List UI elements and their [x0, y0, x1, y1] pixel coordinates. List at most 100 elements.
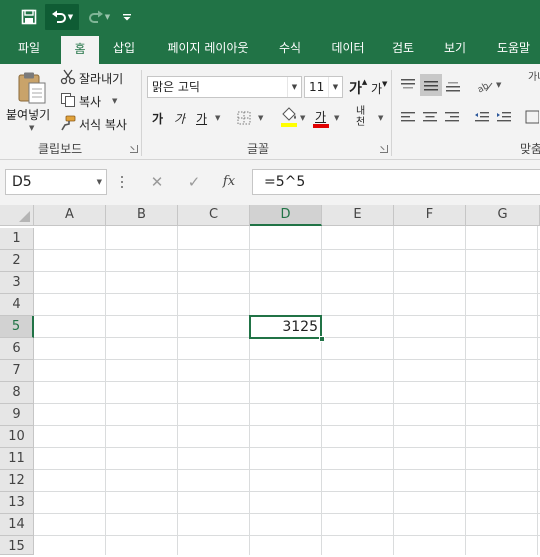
- align-bottom-button[interactable]: [444, 76, 462, 94]
- copy-button[interactable]: [60, 92, 76, 108]
- clipboard-dialog-launcher-icon[interactable]: [130, 145, 138, 153]
- paste-label[interactable]: 붙여넣기: [6, 106, 50, 123]
- ribbon: 붙여넣기 ▼ 잘라내기 복사 ▼ 서식 복사 클립보드 맑은 고딕 ▼ 11 ▼: [0, 64, 540, 160]
- fill-color-dropdown-icon[interactable]: ▼: [300, 114, 305, 122]
- chevron-down-icon[interactable]: ▼: [328, 77, 342, 97]
- gridline: [34, 447, 540, 448]
- decrease-indent-button[interactable]: [473, 108, 491, 126]
- row-header-8[interactable]: 8: [0, 382, 34, 404]
- font-name-select[interactable]: 맑은 고딕 ▼: [147, 76, 302, 98]
- underline-dropdown-icon[interactable]: ▼: [215, 114, 220, 122]
- phonetic-guide-button[interactable]: 내천: [356, 106, 374, 128]
- row-header-13[interactable]: 13: [0, 492, 34, 514]
- tab-review[interactable]: 검토: [383, 34, 423, 64]
- insert-function-button[interactable]: fx: [218, 169, 240, 195]
- orientation-dropdown-icon[interactable]: ▼: [496, 81, 501, 89]
- align-top-button[interactable]: [399, 76, 417, 94]
- copy-icon: [61, 93, 75, 107]
- active-cell-d5[interactable]: 3125: [249, 315, 322, 339]
- row-header-9[interactable]: 9: [0, 404, 34, 426]
- orientation-button[interactable]: ab: [474, 76, 494, 94]
- tab-page-layout[interactable]: 페이지 레이아웃: [155, 34, 261, 64]
- customize-qat-button[interactable]: [119, 4, 135, 30]
- cancel-icon[interactable]: ✕: [146, 169, 168, 195]
- align-center-button[interactable]: [421, 108, 439, 126]
- undo-button[interactable]: ▼: [45, 4, 79, 30]
- fill-handle[interactable]: [319, 336, 325, 342]
- phonetic-dropdown-icon[interactable]: ▼: [378, 114, 383, 122]
- fill-color-button[interactable]: [280, 106, 298, 128]
- row-header-14[interactable]: 14: [0, 514, 34, 536]
- format-painter-label[interactable]: 서식 복사: [79, 116, 127, 133]
- decrease-font-size-button[interactable]: 가▼: [371, 80, 387, 97]
- decrease-font-size-glyph: 가: [371, 82, 383, 96]
- tab-insert[interactable]: 삽입: [104, 34, 144, 64]
- row-header-12[interactable]: 12: [0, 470, 34, 492]
- name-box[interactable]: D5 ▼: [5, 169, 107, 195]
- row-header-15[interactable]: 15: [0, 536, 34, 555]
- column-header-a[interactable]: A: [34, 205, 106, 226]
- tab-formulas[interactable]: 수식: [270, 34, 310, 64]
- align-left-button[interactable]: [399, 108, 417, 126]
- row-header-5[interactable]: 5: [0, 316, 34, 338]
- ribbon-tabs: 파일 홈 삽입 페이지 레이아웃 수식 데이터 검토 보기 도움말: [0, 34, 540, 64]
- column-header-e[interactable]: E: [322, 205, 394, 226]
- font-color-dropdown-icon[interactable]: ▼: [334, 114, 339, 122]
- formula-bar-resize-handle[interactable]: [121, 174, 123, 190]
- formula-input[interactable]: =5^5: [252, 169, 540, 195]
- tab-help[interactable]: 도움말: [487, 34, 540, 64]
- borders-button[interactable]: [236, 110, 252, 126]
- row-header-3[interactable]: 3: [0, 272, 34, 294]
- align-left-icon: [401, 112, 415, 122]
- column-header-c[interactable]: C: [178, 205, 250, 226]
- gridline: [321, 226, 322, 555]
- copy-dropdown-icon[interactable]: ▼: [112, 97, 117, 105]
- column-header-b[interactable]: B: [106, 205, 178, 226]
- worksheet-grid[interactable]: A B C D E F G 1 2 3 4 5 6 7 8 9 10 11 12…: [0, 205, 540, 555]
- bold-button[interactable]: 가: [152, 110, 163, 127]
- increase-indent-button[interactable]: [495, 108, 513, 126]
- cut-label[interactable]: 잘라내기: [79, 70, 123, 87]
- font-color-button[interactable]: 가: [315, 108, 326, 125]
- gridline: [465, 226, 466, 555]
- row-header-2[interactable]: 2: [0, 250, 34, 272]
- borders-dropdown-icon[interactable]: ▼: [258, 114, 263, 122]
- tab-home[interactable]: 홈: [61, 36, 99, 64]
- tab-file[interactable]: 파일: [4, 34, 54, 64]
- italic-button[interactable]: 가: [174, 110, 185, 127]
- font-dialog-launcher-icon[interactable]: [380, 145, 388, 153]
- select-all-button[interactable]: [0, 205, 34, 226]
- chevron-down-icon[interactable]: ▼: [287, 77, 301, 97]
- font-size-select[interactable]: 11 ▼: [304, 76, 343, 98]
- row-header-7[interactable]: 7: [0, 360, 34, 382]
- merge-center-button[interactable]: [524, 108, 540, 126]
- column-header-g[interactable]: G: [466, 205, 540, 226]
- paste-button[interactable]: [14, 70, 50, 106]
- tab-data[interactable]: 데이터: [322, 34, 374, 64]
- redo-button[interactable]: ▼: [84, 4, 114, 30]
- enter-icon[interactable]: ✓: [183, 169, 205, 195]
- save-button[interactable]: [16, 4, 42, 30]
- redo-dropdown-icon[interactable]: ▼: [105, 13, 110, 21]
- wrap-text-button[interactable]: 가나: [528, 72, 540, 83]
- row-header-1[interactable]: 1: [0, 228, 34, 250]
- increase-font-size-button[interactable]: 가▲: [349, 78, 367, 98]
- row-header-6[interactable]: 6: [0, 338, 34, 360]
- row-header-4[interactable]: 4: [0, 294, 34, 316]
- column-header-d[interactable]: D: [250, 205, 322, 226]
- tab-view[interactable]: 보기: [435, 34, 475, 64]
- redo-icon: [88, 10, 103, 23]
- format-painter-button[interactable]: [60, 115, 76, 131]
- undo-dropdown-icon[interactable]: ▼: [68, 13, 73, 21]
- paste-dropdown-icon[interactable]: ▼: [29, 124, 34, 132]
- cut-button[interactable]: [60, 69, 76, 85]
- increase-font-size-glyph: 가: [349, 81, 362, 97]
- chevron-down-icon[interactable]: ▼: [97, 170, 102, 194]
- column-header-f[interactable]: F: [394, 205, 466, 226]
- underline-button[interactable]: 가: [196, 110, 207, 127]
- row-header-11[interactable]: 11: [0, 448, 34, 470]
- align-right-button[interactable]: [443, 108, 461, 126]
- row-header-10[interactable]: 10: [0, 426, 34, 448]
- align-middle-button[interactable]: [420, 74, 442, 96]
- copy-label[interactable]: 복사: [79, 93, 101, 110]
